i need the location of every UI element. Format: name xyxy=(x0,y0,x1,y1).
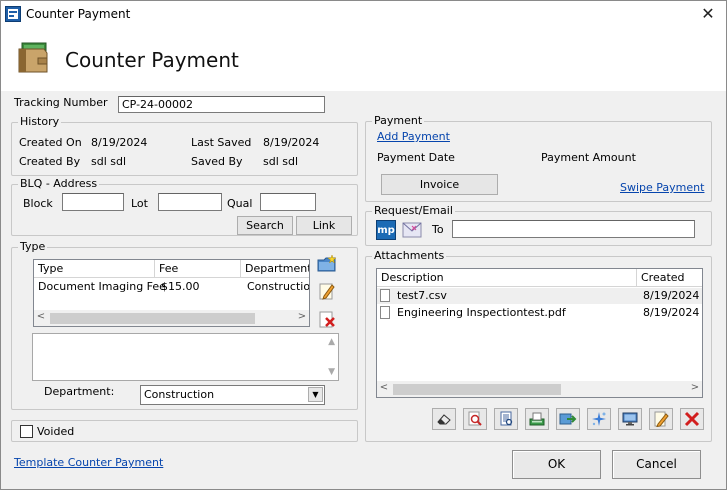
history-group: History Created On 8/19/2024 Last Saved … xyxy=(11,115,358,176)
file-icon xyxy=(380,289,390,302)
cancel-button[interactable]: Cancel xyxy=(612,450,701,479)
last-saved-value: 8/19/2024 xyxy=(263,136,320,149)
edit-type-icon[interactable] xyxy=(315,280,339,302)
mp-icon[interactable]: mp xyxy=(376,220,396,240)
attachments-group: Attachments Description Created test7.cs… xyxy=(365,249,712,442)
template-counter-payment-link[interactable]: Template Counter Payment xyxy=(14,456,163,469)
scrollbar-thumb[interactable] xyxy=(393,384,561,395)
blq-address-legend: BLQ - Address xyxy=(18,177,100,190)
department-select-value: Construction xyxy=(144,388,215,401)
saved-by-label: Saved By xyxy=(191,155,243,168)
created-on-value: 8/19/2024 xyxy=(91,136,148,149)
close-icon[interactable]: ✕ xyxy=(698,4,718,23)
search-button[interactable]: Search xyxy=(237,216,293,235)
table-row[interactable]: Engineering Inspectiontest.pdf 8/19/2024… xyxy=(377,305,702,321)
scan-icon[interactable] xyxy=(525,408,549,430)
new-type-icon[interactable] xyxy=(315,253,339,275)
to-email-field[interactable] xyxy=(452,220,695,238)
qual-field[interactable] xyxy=(260,193,316,211)
column-header-created[interactable]: Created xyxy=(637,269,702,287)
type-notes-area[interactable]: ▲ ▼ xyxy=(32,333,339,381)
app-icon xyxy=(5,6,21,22)
tracking-number-field[interactable]: CP-24-00002 xyxy=(118,96,325,113)
type-table-hscroll[interactable]: < > xyxy=(34,310,309,326)
block-label: Block xyxy=(23,197,53,210)
view-document-icon[interactable] xyxy=(494,408,518,430)
delete-attachment-icon[interactable] xyxy=(680,408,704,430)
last-saved-label: Last Saved xyxy=(191,136,252,149)
tracking-number-label: Tracking Number xyxy=(14,96,108,109)
table-row[interactable]: test7.csv 8/19/2024 ... xyxy=(377,288,702,304)
email-icon[interactable] xyxy=(401,219,423,241)
attachment-name: test7.csv xyxy=(397,289,447,302)
qual-label: Qual xyxy=(227,197,253,210)
wallet-icon xyxy=(16,41,50,78)
payment-legend: Payment xyxy=(372,114,425,127)
file-icon xyxy=(380,306,390,319)
attachments-table[interactable]: Description Created test7.csv 8/19/2024 … xyxy=(376,268,703,398)
lot-field[interactable] xyxy=(158,193,222,211)
history-legend: History xyxy=(18,115,62,128)
swipe-payment-link[interactable]: Swipe Payment xyxy=(620,181,704,194)
saved-by-value: sdl sdl xyxy=(263,155,299,168)
scroll-right-icon[interactable]: > xyxy=(688,382,702,393)
created-by-label: Created By xyxy=(19,155,81,168)
counter-payment-window: Counter Payment ✕ Counter Payment Tracki… xyxy=(0,0,727,490)
attachments-legend: Attachments xyxy=(372,249,447,262)
request-email-group: Request/Email mp To xyxy=(365,204,712,246)
scroll-left-icon[interactable]: < xyxy=(34,311,48,322)
lot-label: Lot xyxy=(131,197,148,210)
fee-type-table[interactable]: Type Fee Department Document Imaging Fee… xyxy=(33,259,310,327)
invoice-button[interactable]: Invoice xyxy=(381,174,498,195)
chevron-down-icon[interactable]: ▼ xyxy=(308,387,323,402)
block-field[interactable] xyxy=(62,193,124,211)
find-icon[interactable] xyxy=(463,408,487,430)
column-header-description[interactable]: Description xyxy=(377,269,637,287)
attachment-created: 8/19/2024 ... xyxy=(643,306,702,319)
ok-button[interactable]: OK xyxy=(512,450,601,479)
window-title: Counter Payment xyxy=(26,7,131,21)
to-label: To xyxy=(432,223,444,236)
blq-address-group: BLQ - Address Block Lot Qual Search Link xyxy=(11,177,358,236)
payment-date-label: Payment Date xyxy=(377,151,455,164)
voided-label: Voided xyxy=(37,425,75,438)
scroll-down-icon[interactable]: ▼ xyxy=(328,367,335,377)
sparkle-icon[interactable] xyxy=(587,408,611,430)
scroll-right-icon[interactable]: > xyxy=(295,311,309,322)
department-select[interactable]: Construction ▼ xyxy=(140,385,325,405)
scroll-left-icon[interactable]: < xyxy=(377,382,391,393)
title-bar: Counter Payment ✕ xyxy=(1,1,726,27)
add-payment-link[interactable]: Add Payment xyxy=(377,130,450,143)
column-header-type[interactable]: Type xyxy=(34,260,155,278)
attachments-hscroll[interactable]: < > xyxy=(377,381,702,397)
department-label: Department: xyxy=(44,385,115,398)
department-cell: Construction xyxy=(247,280,310,293)
created-by-value: sdl sdl xyxy=(91,155,127,168)
payment-amount-label: Payment Amount xyxy=(541,151,636,164)
monitor-icon[interactable] xyxy=(618,408,642,430)
scroll-up-icon[interactable]: ▲ xyxy=(328,337,335,347)
mp-icon-text: mp xyxy=(377,225,395,236)
type-cell: Document Imaging Fee xyxy=(38,280,166,293)
edit-attachment-icon[interactable] xyxy=(649,408,673,430)
dialog-header: Counter Payment xyxy=(1,27,726,91)
column-header-fee[interactable]: Fee xyxy=(155,260,241,278)
transfer-icon[interactable] xyxy=(556,408,580,430)
column-header-department[interactable]: Department xyxy=(241,260,309,278)
page-title: Counter Payment xyxy=(65,48,239,72)
request-email-legend: Request/Email xyxy=(372,204,455,217)
eraser-icon[interactable] xyxy=(432,408,456,430)
attachment-name: Engineering Inspectiontest.pdf xyxy=(397,306,566,319)
delete-type-icon[interactable] xyxy=(315,308,339,330)
voided-checkbox[interactable] xyxy=(20,425,33,438)
voided-group: Voided xyxy=(11,420,358,442)
created-on-label: Created On xyxy=(19,136,82,149)
type-group: Type Type Fee Department Document Imagin… xyxy=(11,240,358,410)
payment-group: Payment Add Payment Payment Date Payment… xyxy=(365,114,712,202)
scrollbar-thumb[interactable] xyxy=(50,313,255,324)
fee-cell: $15.00 xyxy=(161,280,200,293)
attachment-created: 8/19/2024 ... xyxy=(643,289,702,302)
link-button[interactable]: Link xyxy=(296,216,352,235)
type-legend: Type xyxy=(18,240,48,253)
